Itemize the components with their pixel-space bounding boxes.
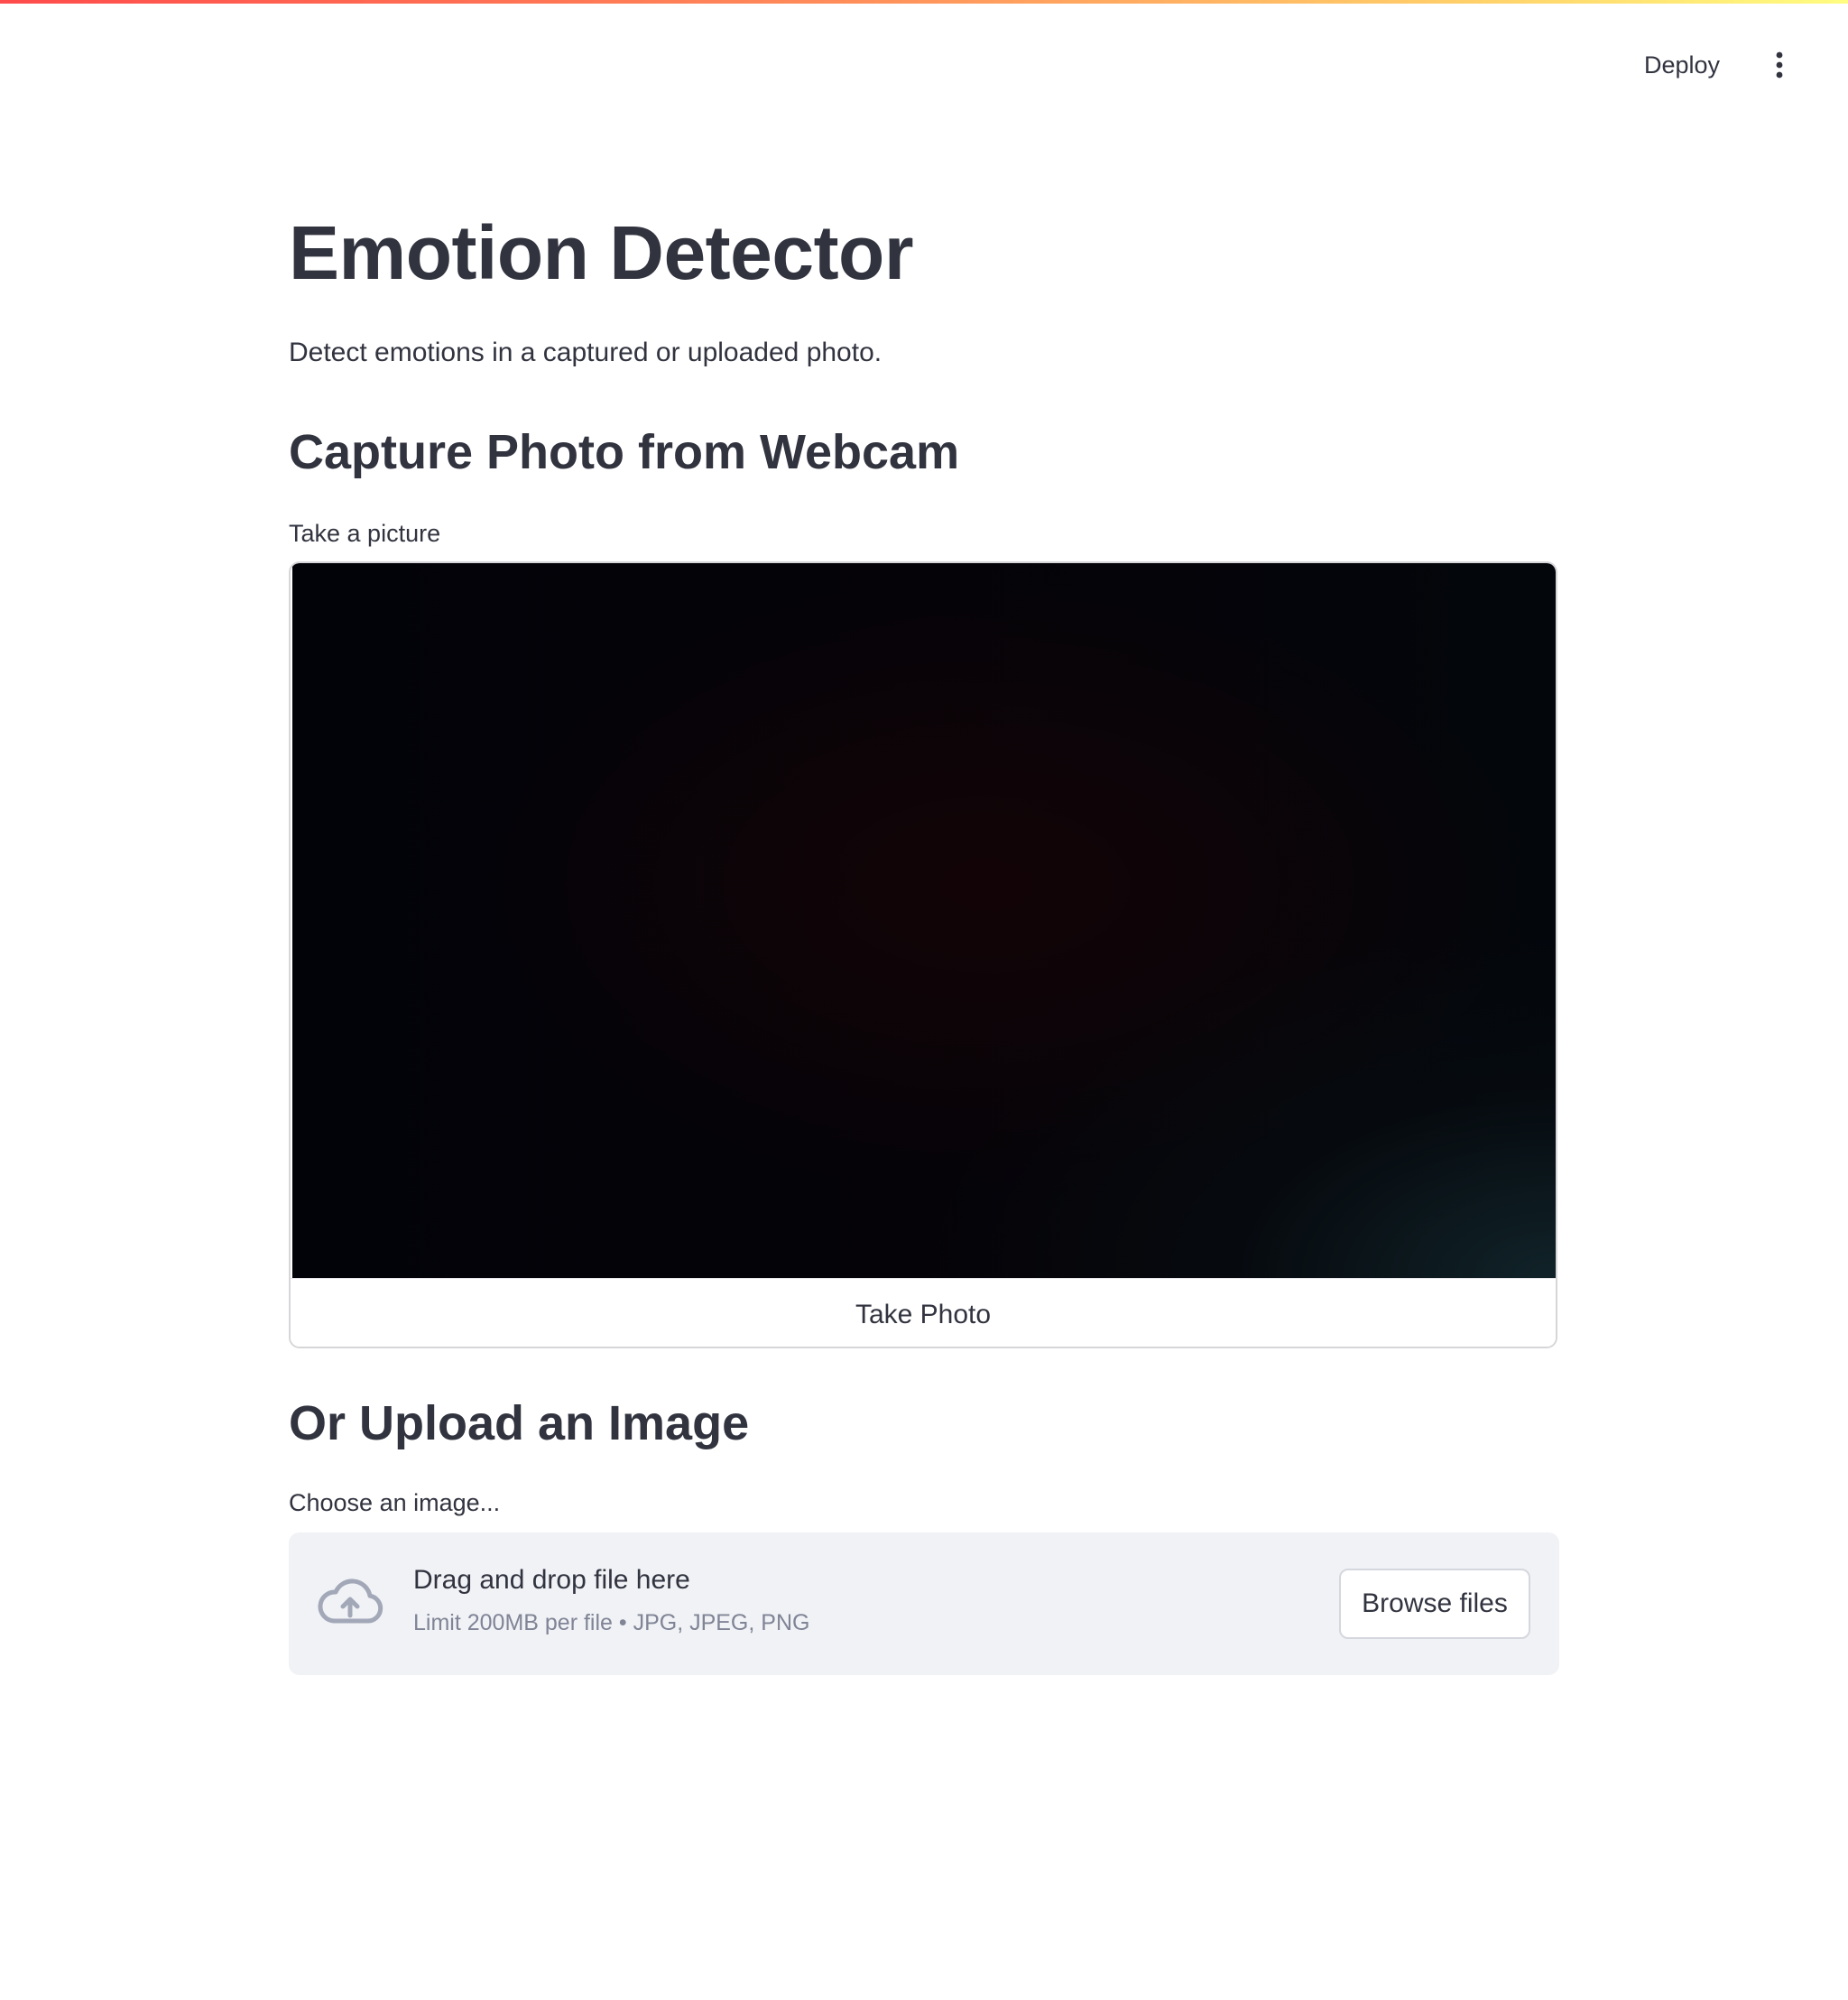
vertical-ellipsis-icon [1776, 51, 1783, 79]
take-photo-button[interactable]: Take Photo [291, 1278, 1556, 1347]
browse-files-button[interactable]: Browse files [1339, 1569, 1530, 1639]
camera-input: Take Photo [289, 561, 1557, 1348]
webcam-preview [292, 563, 1556, 1278]
cloud-upload-icon [318, 1579, 383, 1624]
upload-heading: Or Upload an Image [289, 1396, 750, 1450]
camera-input-label: Take a picture [289, 520, 441, 547]
file-dropzone[interactable]: Drag and drop file here Limit 200MB per … [289, 1532, 1559, 1675]
page-subtitle: Detect emotions in a captured or uploade… [289, 338, 882, 367]
file-uploader-label: Choose an image... [289, 1489, 501, 1516]
dropzone-instructions: Drag and drop file here Limit 200MB per … [413, 1565, 809, 1636]
capture-heading: Capture Photo from Webcam [289, 425, 960, 479]
dropzone-limit-text: Limit 200MB per file • JPG, JPEG, PNG [413, 1610, 810, 1635]
dropzone-main-text: Drag and drop file here [413, 1565, 690, 1595]
deploy-button[interactable]: Deploy [1635, 44, 1729, 87]
main-menu-button[interactable] [1761, 40, 1797, 90]
app-toolbar: Deploy [1635, 36, 1797, 94]
app-decoration-bar [0, 0, 1848, 4]
page-title: Emotion Detector [289, 210, 914, 295]
